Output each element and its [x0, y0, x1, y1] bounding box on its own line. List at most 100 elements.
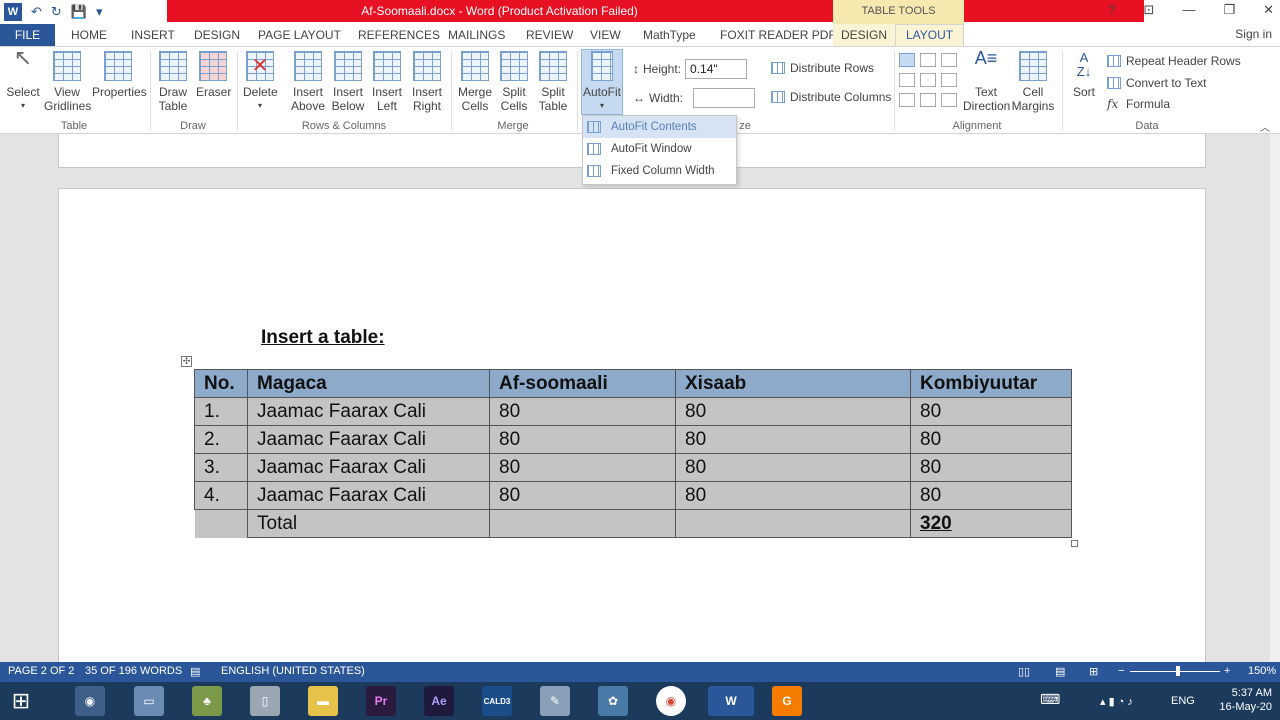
repeat-header-rows-button[interactable]: Repeat Header Rows [1107, 54, 1241, 68]
zoom-out-icon[interactable]: − [1118, 665, 1124, 677]
proofing-icon[interactable]: ▤ [190, 665, 200, 678]
table-row[interactable]: 1. Jaamac Faarax Cali 80 80 80 [194, 397, 1072, 426]
input-language[interactable]: ENG [1171, 695, 1195, 707]
tab-insert[interactable]: INSERT [131, 28, 175, 42]
sign-in-link[interactable]: Sign in [1235, 27, 1272, 41]
explorer-window-icon[interactable]: ▭ [134, 686, 164, 716]
table-cell[interactable]: 80 [675, 425, 911, 454]
formula-button[interactable]: fx Formula [1107, 97, 1170, 111]
table-cell-empty[interactable] [489, 509, 676, 538]
zoom-slider[interactable] [1130, 671, 1220, 672]
align-bottom-center-icon[interactable] [920, 93, 936, 107]
distribute-rows-button[interactable]: Distribute Rows [771, 61, 874, 75]
insert-above-button[interactable]: Insert Above [290, 51, 326, 113]
tab-page-layout[interactable]: PAGE LAYOUT [258, 28, 341, 42]
align-center-right-icon[interactable] [941, 73, 957, 87]
table-header-cell[interactable]: Xisaab [675, 369, 911, 398]
tab-table-layout[interactable]: LAYOUT [895, 24, 964, 46]
cell-margins-button[interactable]: Cell Margins [1011, 51, 1055, 113]
zoom-in-icon[interactable]: + [1224, 665, 1230, 677]
keyboard-icon[interactable]: ⌨ [1040, 691, 1060, 708]
redo-icon[interactable]: ↻ [51, 4, 62, 20]
table-total-label[interactable]: Total [247, 509, 490, 538]
fruit-app-icon[interactable]: ♣ [192, 686, 222, 716]
insert-below-button[interactable]: Insert Below [330, 51, 366, 113]
autofit-button[interactable]: AutoFit ▾ [581, 51, 623, 113]
table-header-cell[interactable]: Af-soomaali [489, 369, 676, 398]
table-cell[interactable]: 80 [489, 425, 676, 454]
chrome-icon[interactable]: ◉ [656, 686, 686, 716]
properties-button[interactable]: Properties [92, 51, 147, 99]
split-cells-button[interactable]: Split Cells [497, 51, 531, 113]
split-table-button[interactable]: Split Table [536, 51, 570, 113]
qat-more-icon[interactable]: ▾ [96, 4, 103, 20]
phone-app-icon[interactable]: ▯ [250, 686, 280, 716]
undo-icon[interactable]: ↶ [31, 4, 42, 20]
view-gridlines-button[interactable]: View Gridlines [44, 51, 91, 113]
language-indicator[interactable]: ENGLISH (UNITED STATES) [221, 665, 365, 677]
read-mode-icon[interactable]: ▯▯ [1018, 665, 1030, 678]
align-center-icon[interactable] [920, 73, 936, 87]
align-top-center-icon[interactable] [920, 53, 936, 67]
draw-table-button[interactable]: Draw Table [156, 51, 190, 113]
table-cell[interactable]: 80 [675, 397, 911, 426]
premiere-pro-icon[interactable]: Pr [366, 686, 396, 716]
convert-to-text-button[interactable]: Convert to Text [1107, 76, 1206, 90]
document-table[interactable]: No. Magaca Af-soomaali Xisaab Kombiyuuta… [194, 369, 1072, 538]
table-cell[interactable]: 80 [675, 481, 911, 510]
delete-button[interactable]: ✕ Delete ▾ [243, 51, 278, 113]
insert-left-button[interactable]: Insert Left [370, 51, 404, 113]
table-cell[interactable]: 2. [194, 425, 248, 454]
table-move-handle-icon[interactable]: ✣ [181, 356, 192, 367]
tab-table-design[interactable]: DESIGN [833, 24, 895, 46]
table-row[interactable]: 2. Jaamac Faarax Cali 80 80 80 [194, 425, 1072, 454]
tab-home[interactable]: HOME [71, 28, 107, 42]
table-resize-handle-icon[interactable] [1071, 540, 1078, 547]
align-top-left-icon[interactable] [899, 53, 915, 67]
text-direction-button[interactable]: A≡ Text Direction [963, 49, 1010, 113]
table-cell[interactable]: 1. [194, 397, 248, 426]
zoom-slider-thumb[interactable] [1176, 666, 1180, 676]
table-cell[interactable]: 3. [194, 453, 248, 482]
windows-start-icon[interactable]: ⊞ [6, 686, 36, 716]
tab-mathtype[interactable]: MathType [643, 28, 696, 42]
table-total-cell[interactable]: 320 [910, 509, 1072, 538]
table-cell[interactable]: 80 [910, 481, 1072, 510]
cald3-icon[interactable]: CALD3 [482, 686, 512, 716]
align-center-left-icon[interactable] [899, 73, 915, 87]
print-layout-icon[interactable]: ▤ [1055, 665, 1065, 678]
table-cell[interactable]: Jaamac Faarax Cali [247, 397, 490, 426]
after-effects-icon[interactable]: Ae [424, 686, 454, 716]
tray-icons[interactable]: ▴ ▮ ◔ ♪ [1100, 695, 1133, 708]
table-row[interactable]: 4. Jaamac Faarax Cali 80 80 80 [194, 481, 1072, 510]
tab-review[interactable]: REVIEW [526, 28, 573, 42]
table-cell[interactable]: 80 [675, 453, 911, 482]
clock[interactable]: 5:37 AM 16-May-20 [1219, 686, 1272, 714]
help-icon[interactable]: ? [1108, 2, 1115, 18]
table-cell[interactable]: 80 [489, 397, 676, 426]
insert-right-button[interactable]: Insert Right [409, 51, 445, 113]
table-cell[interactable]: 80 [910, 453, 1072, 482]
web-layout-icon[interactable]: ⊞ [1089, 665, 1098, 678]
table-cell[interactable]: Jaamac Faarax Cali [247, 453, 490, 482]
table-cell[interactable]: 4. [194, 481, 248, 510]
table-cell[interactable]: 80 [489, 453, 676, 482]
save-icon[interactable]: 💾 [71, 4, 87, 20]
page-count[interactable]: PAGE 2 OF 2 [8, 665, 74, 677]
menu-item-fixed-column-width[interactable]: Fixed Column Width [583, 160, 736, 182]
table-cell[interactable]: Jaamac Faarax Cali [247, 425, 490, 454]
tab-design[interactable]: DESIGN [194, 28, 240, 42]
file-explorer-icon[interactable]: ▬ [308, 686, 338, 716]
table-total-row[interactable]: Total 320 [194, 509, 1072, 538]
tab-view[interactable]: VIEW [590, 28, 621, 42]
table-cell-empty[interactable] [194, 509, 248, 538]
app-taskbar-icon[interactable]: ◉ [75, 686, 105, 716]
width-input[interactable] [693, 88, 756, 108]
tab-mailings[interactable]: MAILINGS [448, 28, 505, 42]
select-button[interactable]: ↖ Select ▾ [6, 47, 40, 113]
tab-foxit-reader-pdf[interactable]: FOXIT READER PDF [720, 28, 836, 42]
minimize-icon[interactable]: — [1182, 2, 1195, 18]
table-cell[interactable]: Jaamac Faarax Cali [247, 481, 490, 510]
menu-item-autofit-contents[interactable]: AutoFit Contents [583, 116, 736, 138]
foxit-pdf-icon[interactable]: G [772, 686, 802, 716]
